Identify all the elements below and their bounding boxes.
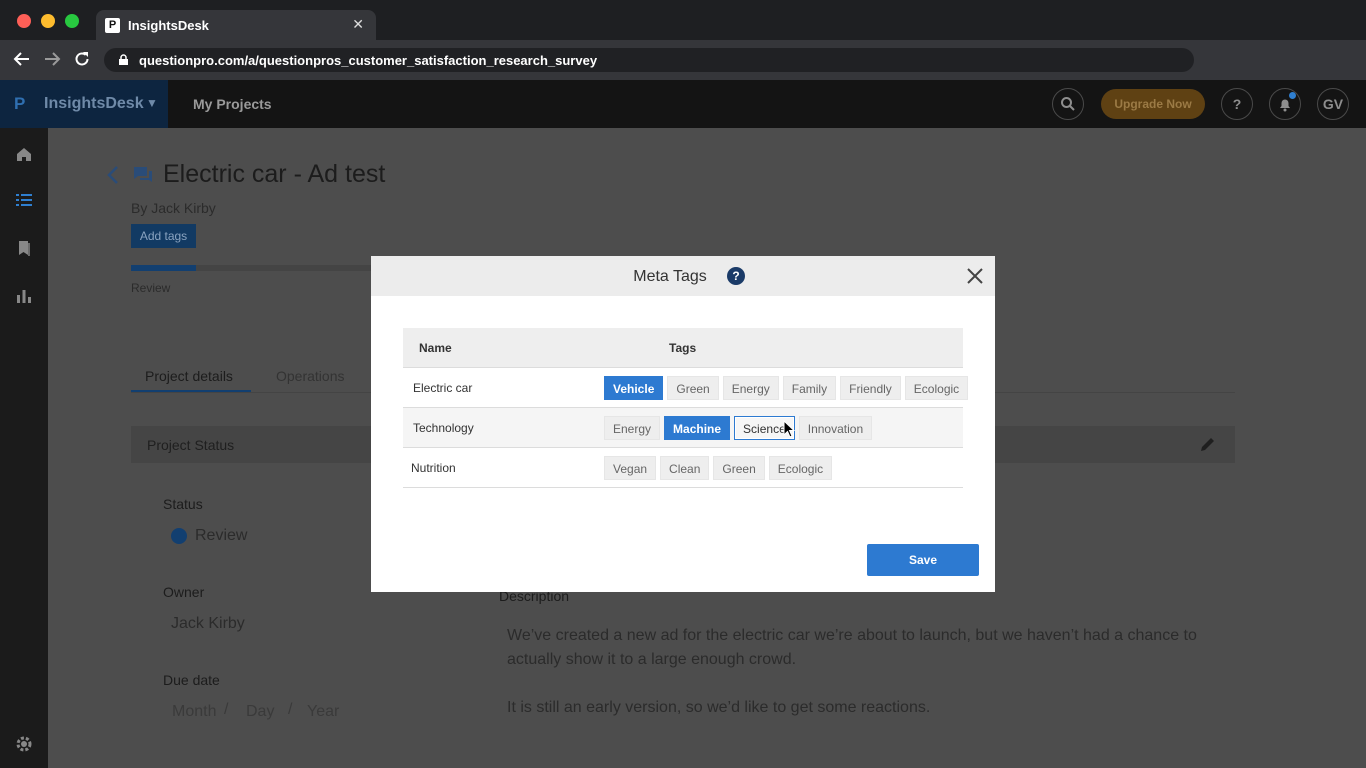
help-icon[interactable]: ? — [727, 267, 745, 285]
tag-chip[interactable]: Friendly — [840, 376, 901, 400]
app-header: P InsightsDesk ▼ My Projects Upgrade Now… — [0, 80, 1366, 128]
back-chevron-icon[interactable] — [106, 164, 120, 192]
save-button[interactable]: Save — [867, 544, 979, 576]
window-close-button[interactable] — [17, 14, 31, 28]
upgrade-now-button[interactable]: Upgrade Now — [1101, 89, 1205, 119]
table-row: Technology Energy Machine Science Innova… — [403, 408, 963, 448]
notification-dot — [1289, 92, 1296, 99]
progress-bar-fill — [131, 265, 196, 271]
home-icon[interactable] — [14, 144, 34, 164]
browser-tab-title: InsightsDesk — [128, 18, 209, 33]
due-month-input[interactable]: Month — [172, 703, 216, 721]
window-minimize-button[interactable] — [41, 14, 55, 28]
tag-chip[interactable]: Energy — [604, 416, 661, 440]
chart-icon[interactable] — [14, 286, 34, 306]
browser-tab-bar: P InsightsDesk ✕ — [0, 0, 1366, 40]
status-label: Status — [163, 496, 203, 512]
row-name: Electric car — [413, 381, 473, 395]
notifications-button[interactable] — [1269, 88, 1301, 120]
chat-icon — [134, 167, 152, 182]
progress-stage-label: Review — [131, 281, 171, 295]
description-paragraph: It is still an early version, so we’d li… — [507, 699, 931, 716]
tag-chip[interactable]: Clean — [660, 456, 710, 480]
favicon-icon: P — [105, 18, 120, 33]
my-projects-link[interactable]: My Projects — [193, 96, 272, 112]
table-row: Electric car Vehicle Green Energy Family… — [403, 368, 969, 408]
search-button[interactable] — [1052, 88, 1084, 120]
reload-icon[interactable] — [73, 50, 91, 72]
window-zoom-button[interactable] — [65, 14, 79, 28]
description-paragraph: We’ve created a new ad for the electric … — [507, 627, 1197, 668]
browser-tab[interactable]: P InsightsDesk ✕ — [96, 10, 376, 40]
tag-list: Vegan Clean Green Ecologic — [604, 456, 833, 480]
status-value: Review — [195, 527, 248, 544]
project-status-title: Project Status — [147, 437, 235, 453]
tag-list: Vehicle Green Energy Family Friendly Eco… — [604, 376, 969, 400]
table-row: Nutrition Vegan Clean Green Ecologic — [403, 448, 963, 488]
browser-toolbar: questionpro.com/a/questionpros_customer_… — [0, 40, 1366, 80]
mouse-pointer-icon — [783, 420, 795, 438]
tag-chip[interactable]: Family — [782, 376, 837, 400]
table-header: Name Tags — [403, 328, 963, 368]
forward-arrow-icon[interactable] — [43, 50, 61, 72]
due-year-input[interactable]: Year — [307, 703, 339, 721]
bookmarks-icon[interactable] — [14, 238, 34, 258]
url-bar[interactable]: questionpro.com/a/questionpros_customer_… — [104, 48, 1194, 72]
search-icon — [1061, 97, 1075, 111]
owner-value: Jack Kirby — [171, 615, 245, 632]
date-separator: / — [224, 701, 229, 718]
dialog-title: Meta Tags — [633, 268, 707, 285]
avatar[interactable]: GV — [1317, 88, 1349, 120]
brand-switcher[interactable]: P InsightsDesk ▼ — [0, 80, 168, 128]
tab-operations[interactable]: Operations — [276, 368, 344, 384]
page-title: Electric car - Ad test — [163, 160, 386, 188]
column-header-tags: Tags — [669, 341, 697, 355]
brand-logo-icon: P — [14, 94, 26, 113]
tag-chip[interactable]: Green — [667, 376, 719, 400]
owner-label: Owner — [163, 584, 205, 600]
settings-gear-icon[interactable] — [14, 734, 34, 754]
close-icon[interactable] — [965, 266, 985, 286]
tag-chip[interactable]: Ecologic — [768, 456, 833, 480]
row-name: Technology — [413, 421, 474, 435]
edit-pencil-icon[interactable] — [1198, 434, 1218, 454]
help-button[interactable]: ? — [1221, 88, 1253, 120]
date-separator: / — [288, 701, 293, 718]
brand-name: InsightsDesk — [44, 95, 144, 112]
tag-chip[interactable]: Ecologic — [904, 376, 969, 400]
due-day-input[interactable]: Day — [246, 703, 274, 721]
tag-chip-selected[interactable]: Vehicle — [604, 376, 664, 400]
tab-close-icon[interactable]: ✕ — [352, 16, 364, 33]
left-sidebar — [0, 128, 48, 768]
lock-icon — [119, 54, 128, 65]
back-arrow-icon[interactable] — [13, 50, 31, 72]
add-tags-button[interactable]: Add tags — [131, 224, 196, 248]
list-icon[interactable] — [14, 190, 34, 210]
tag-list: Energy Machine Science Innovation — [604, 416, 873, 440]
url-text: questionpro.com/a/questionpros_customer_… — [139, 53, 598, 68]
tab-project-details[interactable]: Project details — [145, 368, 233, 384]
tag-chip[interactable]: Green — [713, 456, 765, 480]
column-header-name: Name — [419, 341, 452, 355]
row-name: Nutrition — [411, 461, 456, 475]
status-dot — [171, 528, 187, 544]
tag-chip[interactable]: Innovation — [798, 416, 873, 440]
project-author: By Jack Kirby — [131, 200, 216, 216]
tag-chip-selected[interactable]: Machine — [664, 416, 731, 440]
meta-tags-table: Name Tags Electric car Vehicle Green Ene… — [403, 328, 969, 488]
dialog-header: Meta Tags ? — [371, 256, 995, 296]
tag-chip[interactable]: Vegan — [604, 456, 657, 480]
due-date-label: Due date — [163, 672, 220, 688]
chevron-down-icon: ▼ — [146, 96, 158, 110]
meta-tags-dialog: Meta Tags ? Name Tags Electric car Vehic… — [371, 256, 995, 592]
tag-chip[interactable]: Energy — [722, 376, 779, 400]
